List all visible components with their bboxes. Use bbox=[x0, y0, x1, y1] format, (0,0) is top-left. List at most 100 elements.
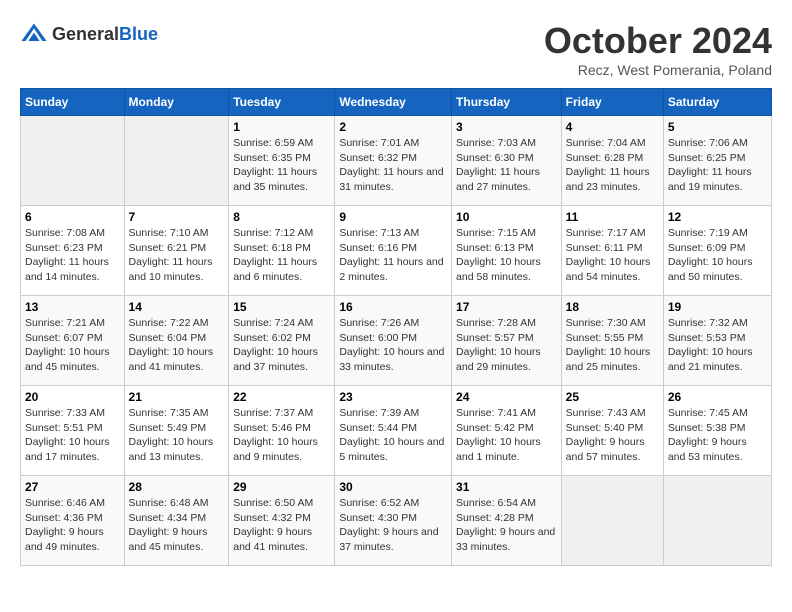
day-cell: 10Sunrise: 7:15 AMSunset: 6:13 PMDayligh… bbox=[452, 206, 562, 296]
column-header-monday: Monday bbox=[124, 89, 229, 116]
day-info: Sunrise: 7:17 AMSunset: 6:11 PMDaylight:… bbox=[566, 226, 659, 285]
day-number: 17 bbox=[456, 300, 557, 314]
column-header-friday: Friday bbox=[561, 89, 663, 116]
day-cell: 2 Sunrise: 7:01 AMSunset: 6:32 PMDaylight… bbox=[335, 116, 452, 206]
day-number: 7 bbox=[129, 210, 225, 224]
day-cell: 26Sunrise: 7:45 AMSunset: 5:38 PMDayligh… bbox=[663, 386, 771, 476]
day-info: Sunrise: 7:43 AMSunset: 5:40 PMDaylight:… bbox=[566, 406, 659, 465]
day-cell: 5 Sunrise: 7:06 AMSunset: 6:25 PMDaylight… bbox=[663, 116, 771, 206]
day-info: Sunrise: 7:15 AMSunset: 6:13 PMDaylight:… bbox=[456, 226, 557, 285]
day-cell bbox=[663, 476, 771, 566]
day-number: 21 bbox=[129, 390, 225, 404]
day-info: Sunrise: 7:30 AMSunset: 5:55 PMDaylight:… bbox=[566, 316, 659, 375]
day-cell: 6 Sunrise: 7:08 AMSunset: 6:23 PMDaylight… bbox=[21, 206, 125, 296]
day-number: 5 bbox=[668, 120, 767, 134]
calendar-header-row: SundayMondayTuesdayWednesdayThursdayFrid… bbox=[21, 89, 772, 116]
day-cell: 16Sunrise: 7:26 AMSunset: 6:00 PMDayligh… bbox=[335, 296, 452, 386]
day-number: 11 bbox=[566, 210, 659, 224]
day-info: Sunrise: 7:35 AMSunset: 5:49 PMDaylight:… bbox=[129, 406, 225, 465]
column-header-sunday: Sunday bbox=[21, 89, 125, 116]
day-info: Sunrise: 6:50 AMSunset: 4:32 PMDaylight:… bbox=[233, 496, 330, 555]
day-cell: 7 Sunrise: 7:10 AMSunset: 6:21 PMDaylight… bbox=[124, 206, 229, 296]
day-cell: 4Sunrise: 7:04 AMSunset: 6:28 PMDaylight… bbox=[561, 116, 663, 206]
week-row: 1 Sunrise: 6:59 AMSunset: 6:35 PMDaylight… bbox=[21, 116, 772, 206]
day-info: Sunrise: 6:59 AMSunset: 6:35 PMDaylight:… bbox=[233, 136, 330, 195]
day-cell: 19Sunrise: 7:32 AMSunset: 5:53 PMDayligh… bbox=[663, 296, 771, 386]
day-info: Sunrise: 7:06 AMSunset: 6:25 PMDaylight:… bbox=[668, 136, 767, 195]
day-info: Sunrise: 7:10 AMSunset: 6:21 PMDaylight:… bbox=[129, 226, 225, 285]
logo: GeneralBlue bbox=[20, 20, 158, 48]
day-info: Sunrise: 7:01 AMSunset: 6:32 PMDaylight:… bbox=[339, 136, 447, 195]
day-info: Sunrise: 7:33 AMSunset: 5:51 PMDaylight:… bbox=[25, 406, 120, 465]
day-number: 13 bbox=[25, 300, 120, 314]
day-cell: 13Sunrise: 7:21 AMSunset: 6:07 PMDayligh… bbox=[21, 296, 125, 386]
column-header-thursday: Thursday bbox=[452, 89, 562, 116]
day-info: Sunrise: 7:04 AMSunset: 6:28 PMDaylight:… bbox=[566, 136, 659, 195]
day-cell: 20 Sunrise: 7:33 AMSunset: 5:51 PMDayligh… bbox=[21, 386, 125, 476]
day-number: 29 bbox=[233, 480, 330, 494]
day-info: Sunrise: 7:45 AMSunset: 5:38 PMDaylight:… bbox=[668, 406, 767, 465]
week-row: 13Sunrise: 7:21 AMSunset: 6:07 PMDayligh… bbox=[21, 296, 772, 386]
day-cell: 22 Sunrise: 7:37 AMSunset: 5:46 PMDayligh… bbox=[229, 386, 335, 476]
day-info: Sunrise: 7:08 AMSunset: 6:23 PMDaylight:… bbox=[25, 226, 120, 285]
column-header-wednesday: Wednesday bbox=[335, 89, 452, 116]
week-row: 6 Sunrise: 7:08 AMSunset: 6:23 PMDaylight… bbox=[21, 206, 772, 296]
day-cell bbox=[561, 476, 663, 566]
day-number: 19 bbox=[668, 300, 767, 314]
day-number: 30 bbox=[339, 480, 447, 494]
day-number: 6 bbox=[25, 210, 120, 224]
day-cell: 11 Sunrise: 7:17 AMSunset: 6:11 PMDayligh… bbox=[561, 206, 663, 296]
day-number: 25 bbox=[566, 390, 659, 404]
week-row: 27 Sunrise: 6:46 AMSunset: 4:36 PMDayligh… bbox=[21, 476, 772, 566]
day-number: 28 bbox=[129, 480, 225, 494]
day-info: Sunrise: 7:12 AMSunset: 6:18 PMDaylight:… bbox=[233, 226, 330, 285]
day-cell: 18 Sunrise: 7:30 AMSunset: 5:55 PMDayligh… bbox=[561, 296, 663, 386]
day-cell: 8 Sunrise: 7:12 AMSunset: 6:18 PMDaylight… bbox=[229, 206, 335, 296]
day-number: 2 bbox=[339, 120, 447, 134]
day-info: Sunrise: 7:28 AMSunset: 5:57 PMDaylight:… bbox=[456, 316, 557, 375]
day-cell: 1 Sunrise: 6:59 AMSunset: 6:35 PMDaylight… bbox=[229, 116, 335, 206]
page-header: GeneralBlue October 2024 Recz, West Pome… bbox=[20, 20, 772, 78]
title-section: October 2024 Recz, West Pomerania, Polan… bbox=[544, 20, 772, 78]
day-cell: 9 Sunrise: 7:13 AMSunset: 6:16 PMDaylight… bbox=[335, 206, 452, 296]
week-row: 20 Sunrise: 7:33 AMSunset: 5:51 PMDayligh… bbox=[21, 386, 772, 476]
day-cell: 24Sunrise: 7:41 AMSunset: 5:42 PMDayligh… bbox=[452, 386, 562, 476]
month-title: October 2024 bbox=[544, 20, 772, 62]
day-cell: 3Sunrise: 7:03 AMSunset: 6:30 PMDaylight… bbox=[452, 116, 562, 206]
day-number: 8 bbox=[233, 210, 330, 224]
day-number: 18 bbox=[566, 300, 659, 314]
day-cell: 29 Sunrise: 6:50 AMSunset: 4:32 PMDayligh… bbox=[229, 476, 335, 566]
day-info: Sunrise: 6:46 AMSunset: 4:36 PMDaylight:… bbox=[25, 496, 120, 555]
day-info: Sunrise: 7:26 AMSunset: 6:00 PMDaylight:… bbox=[339, 316, 447, 375]
day-number: 12 bbox=[668, 210, 767, 224]
day-info: Sunrise: 7:22 AMSunset: 6:04 PMDaylight:… bbox=[129, 316, 225, 375]
calendar-table: SundayMondayTuesdayWednesdayThursdayFrid… bbox=[20, 88, 772, 566]
day-number: 27 bbox=[25, 480, 120, 494]
day-number: 15 bbox=[233, 300, 330, 314]
day-cell: 25 Sunrise: 7:43 AMSunset: 5:40 PMDayligh… bbox=[561, 386, 663, 476]
day-cell: 21 Sunrise: 7:35 AMSunset: 5:49 PMDayligh… bbox=[124, 386, 229, 476]
column-header-tuesday: Tuesday bbox=[229, 89, 335, 116]
day-number: 9 bbox=[339, 210, 447, 224]
day-number: 23 bbox=[339, 390, 447, 404]
day-cell: 28 Sunrise: 6:48 AMSunset: 4:34 PMDayligh… bbox=[124, 476, 229, 566]
day-cell bbox=[124, 116, 229, 206]
day-number: 24 bbox=[456, 390, 557, 404]
logo-text-blue: Blue bbox=[119, 24, 158, 44]
day-cell bbox=[21, 116, 125, 206]
day-info: Sunrise: 6:54 AMSunset: 4:28 PMDaylight:… bbox=[456, 496, 557, 555]
day-number: 22 bbox=[233, 390, 330, 404]
day-number: 14 bbox=[129, 300, 225, 314]
day-cell: 17 Sunrise: 7:28 AMSunset: 5:57 PMDayligh… bbox=[452, 296, 562, 386]
day-cell: 31 Sunrise: 6:54 AMSunset: 4:28 PMDayligh… bbox=[452, 476, 562, 566]
column-header-saturday: Saturday bbox=[663, 89, 771, 116]
logo-text-general: General bbox=[52, 24, 119, 44]
day-cell: 27 Sunrise: 6:46 AMSunset: 4:36 PMDayligh… bbox=[21, 476, 125, 566]
day-number: 31 bbox=[456, 480, 557, 494]
day-info: Sunrise: 7:37 AMSunset: 5:46 PMDaylight:… bbox=[233, 406, 330, 465]
day-info: Sunrise: 7:13 AMSunset: 6:16 PMDaylight:… bbox=[339, 226, 447, 285]
day-number: 1 bbox=[233, 120, 330, 134]
day-info: Sunrise: 6:48 AMSunset: 4:34 PMDaylight:… bbox=[129, 496, 225, 555]
day-number: 20 bbox=[25, 390, 120, 404]
day-cell: 12Sunrise: 7:19 AMSunset: 6:09 PMDayligh… bbox=[663, 206, 771, 296]
